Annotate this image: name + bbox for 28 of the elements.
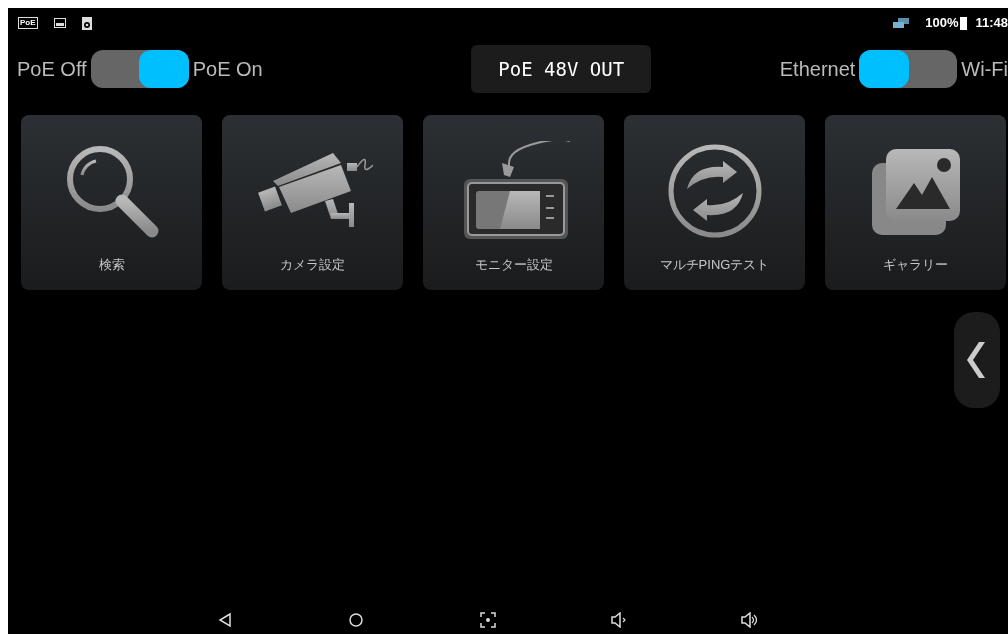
battery-icon [960, 16, 968, 30]
battery-level: 100% [925, 14, 959, 33]
volume-up-icon[interactable] [741, 611, 757, 628]
toggle-switch[interactable] [90, 50, 189, 88]
screenshot-icon[interactable] [480, 611, 496, 628]
switch-label: Wi-Fi [961, 57, 1008, 82]
toggle-switch[interactable] [859, 50, 958, 88]
image-icon [53, 18, 66, 28]
sd-card-icon [81, 16, 92, 30]
output-status-banner: PoE 48V OUT [471, 44, 652, 94]
poe-status-icon: PoE [18, 17, 38, 29]
app-tile[interactable]: モニター設定 [423, 115, 604, 290]
side-panel-handle[interactable] [954, 312, 1000, 408]
app-tile[interactable]: 検索 [21, 115, 202, 290]
switch-label: PoE Off [17, 57, 87, 82]
back-icon[interactable] [217, 611, 233, 628]
toggle-knob[interactable] [138, 50, 189, 88]
network-icon [893, 17, 910, 29]
app-tile[interactable]: ギャラリー [825, 115, 1006, 290]
switch-label: Ethernet [779, 57, 856, 82]
home-icon[interactable] [348, 611, 364, 628]
chevron-left-icon [967, 342, 987, 378]
volume-down-icon[interactable] [611, 611, 627, 628]
app-tile[interactable]: マルチPINGテスト [624, 115, 805, 290]
switch-label: PoE On [192, 57, 263, 82]
clock: 11:48 [975, 14, 1008, 33]
toggle-knob[interactable] [859, 50, 910, 88]
app-tile[interactable]: カメラ設定 [222, 115, 403, 290]
